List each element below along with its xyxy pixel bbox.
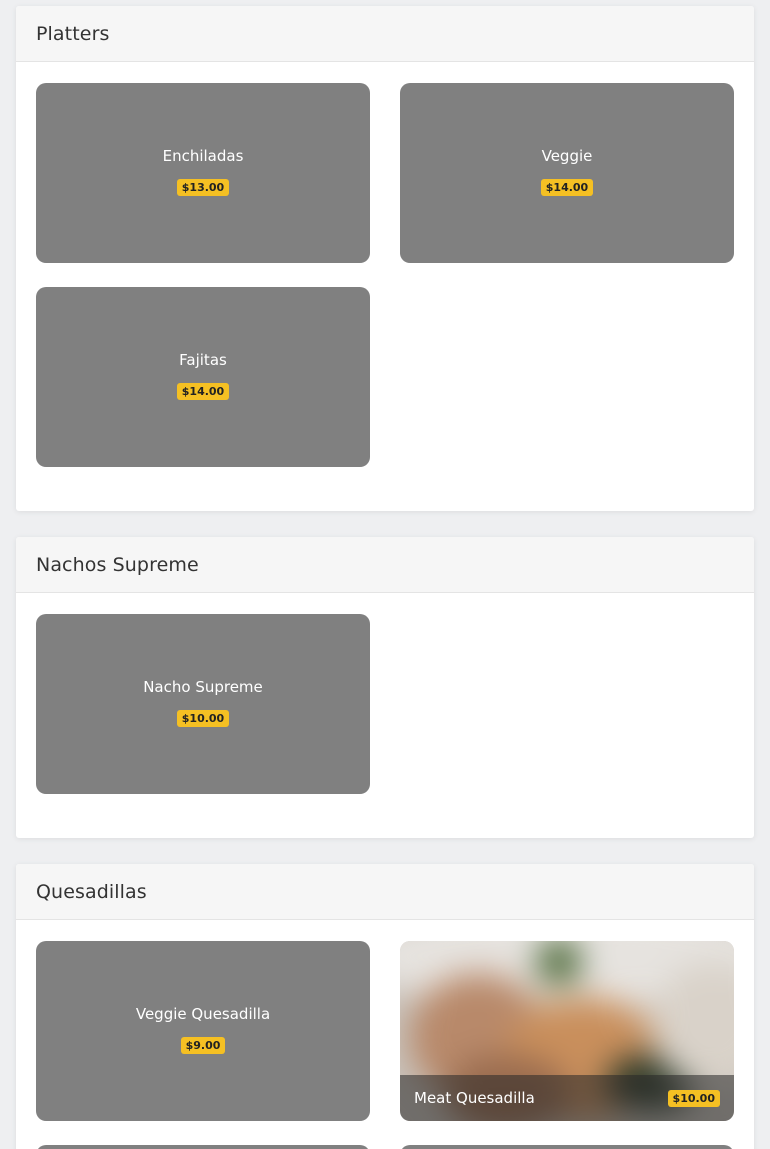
menu-item-card-veggie-quesadilla[interactable]: Veggie Quesadilla $9.00 bbox=[36, 941, 370, 1121]
price-badge: $13.00 bbox=[176, 179, 230, 196]
section-title: Platters bbox=[36, 22, 110, 45]
menu-item-card-fajitas[interactable]: Fajitas $14.00 bbox=[36, 287, 370, 467]
price-badge: $10.00 bbox=[667, 1089, 720, 1107]
menu-item-name: Veggie Quesadilla bbox=[135, 1005, 271, 1023]
menu-section-quesadillas: Quesadillas Veggie Quesadilla $9.00 Meat… bbox=[16, 864, 754, 1149]
section-header: Quesadillas bbox=[16, 864, 754, 920]
menu-item-name: Nacho Supreme bbox=[143, 678, 263, 696]
section-header: Nachos Supreme bbox=[16, 537, 754, 593]
photo-caption-bar: Meat Quesadilla $10.00 bbox=[400, 1075, 734, 1121]
menu-item-card-veggie[interactable]: Veggie $14.00 bbox=[400, 83, 734, 263]
section-title: Nachos Supreme bbox=[36, 553, 199, 576]
price-badge: $9.00 bbox=[180, 1037, 226, 1054]
price-badge: $10.00 bbox=[176, 710, 230, 727]
menu-section-platters: Platters Enchiladas $13.00 Veggie $14.00… bbox=[16, 6, 754, 511]
menu-item-card-nacho-supreme[interactable]: Nacho Supreme $10.00 bbox=[36, 614, 370, 794]
menu-page: Platters Enchiladas $13.00 Veggie $14.00… bbox=[0, 0, 770, 1149]
menu-item-card-enchiladas[interactable]: Enchiladas $13.00 bbox=[36, 83, 370, 263]
menu-item-name: Enchiladas bbox=[162, 147, 244, 165]
menu-item-name: Veggie bbox=[541, 147, 593, 165]
price-badge: $14.00 bbox=[176, 383, 230, 400]
price-badge: $14.00 bbox=[540, 179, 594, 196]
menu-item-name: Meat Quesadilla bbox=[414, 1089, 535, 1107]
section-header: Platters bbox=[16, 6, 754, 62]
section-title: Quesadillas bbox=[36, 880, 147, 903]
menu-item-card-partial[interactable] bbox=[400, 1145, 734, 1149]
menu-item-card-partial[interactable] bbox=[36, 1145, 370, 1149]
menu-section-nachos-supreme: Nachos Supreme Nacho Supreme $10.00 bbox=[16, 537, 754, 838]
menu-item-card-meat-quesadilla[interactable]: Meat Quesadilla $10.00 bbox=[400, 941, 734, 1121]
menu-item-name: Fajitas bbox=[179, 351, 227, 369]
